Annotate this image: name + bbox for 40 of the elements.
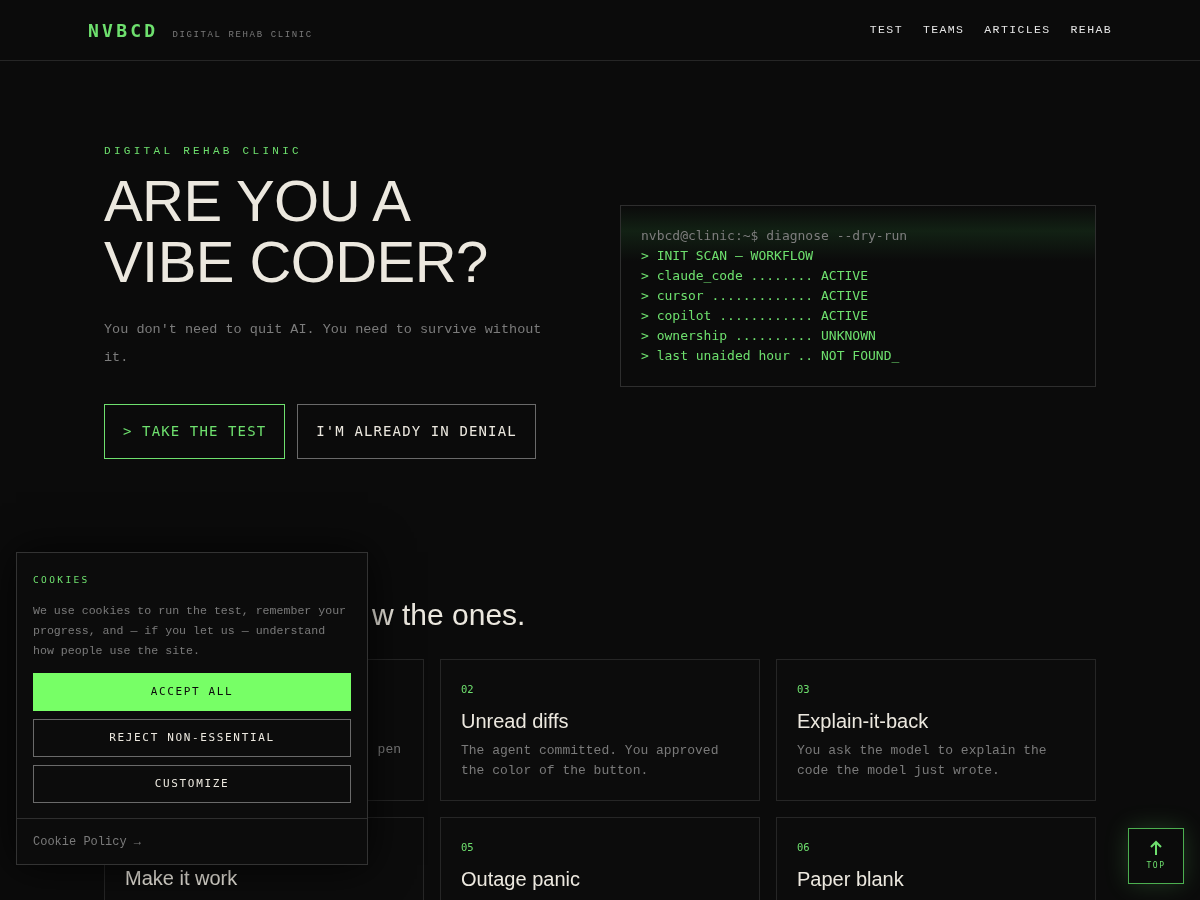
terminal-line: > ownership .......... UNKNOWN xyxy=(641,327,877,345)
card-title: Paper blank xyxy=(797,867,905,892)
cookie-title: COOKIES xyxy=(33,573,91,587)
arrow-up-icon xyxy=(1150,840,1162,856)
logo[interactable]: NVBCD xyxy=(88,16,159,44)
card-description: The agent committed. You approved the color of the button. xyxy=(461,742,720,781)
card-description: pen xyxy=(376,740,402,759)
nav-link[interactable]: TEAMS xyxy=(922,21,965,39)
cookie-policy-link[interactable]: Cookie Policy → xyxy=(33,832,142,851)
terminal-line: > claude_code ........ ACTIVE xyxy=(641,267,869,285)
tagline: DIGITAL REHAB CLINIC xyxy=(172,28,313,42)
nav-link[interactable]: TEST xyxy=(869,21,903,39)
nav-link[interactable]: ARTICLES xyxy=(984,21,1051,39)
terminal-line: > last unaided hour .. NOT FOUND_ xyxy=(641,347,901,365)
hero-title-line: VIBE CODER? xyxy=(104,230,489,292)
cookie-option-button[interactable]: CUSTOMIZE xyxy=(33,765,351,804)
lead-text: You don't need to quit AI. You need to survive without it. xyxy=(104,320,543,367)
card-number: 02 xyxy=(461,681,475,697)
card-title: Outage panic xyxy=(461,867,581,892)
card-number: 05 xyxy=(461,839,475,855)
nav-link[interactable]: REHAB xyxy=(1070,21,1112,39)
card-title: Make it work xyxy=(125,865,239,890)
terminal-line: > INIT SCAN — WORKFLOW xyxy=(641,247,815,265)
eyebrow-text: DIGITAL REHAB CLINIC xyxy=(104,144,304,159)
card-title: Unread diffs xyxy=(461,709,570,734)
accept-button[interactable]: ACCEPT ALL xyxy=(33,673,351,712)
terminal-line: nvbcd@clinic:~$ diagnose --dry-run xyxy=(641,227,909,245)
cookie-text: We use cookies to run the test, remember your progress, and — if you let us — understand how people use the site. xyxy=(33,603,348,660)
card-number: 06 xyxy=(797,839,811,855)
cookie-option-button[interactable]: REJECT NON-ESSENTIAL xyxy=(33,719,351,758)
terminal-line: > copilot ............ ACTIVE xyxy=(641,307,869,325)
card-title: Explain-it-back xyxy=(797,709,930,734)
card-number: 03 xyxy=(797,681,811,697)
back-to-top-button[interactable]: TOP xyxy=(1128,828,1184,884)
terminal-line: > cursor ............. ACTIVE xyxy=(641,287,869,305)
denial-button[interactable]: I'M ALREADY IN DENIAL xyxy=(297,403,536,459)
take-test-button[interactable]: > TAKE THE TEST xyxy=(104,403,286,459)
section-heading: w the ones. xyxy=(372,596,526,633)
card-description: You ask the model to explain the code the model just wrote. xyxy=(797,742,1048,781)
hero-title-line: ARE YOU A xyxy=(104,169,412,231)
